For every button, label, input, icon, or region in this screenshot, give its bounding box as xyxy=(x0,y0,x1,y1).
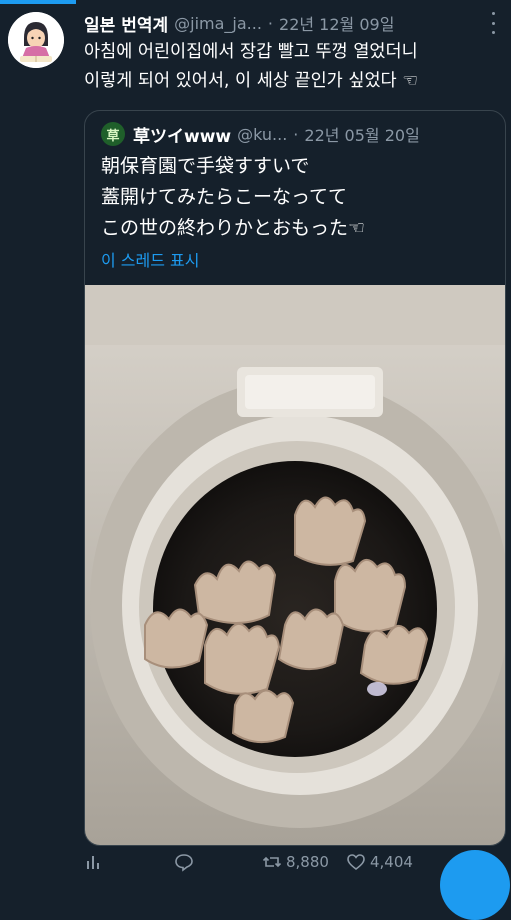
quote-text: 朝保育園で手袋すすいで 蓋開けてみたらこーなってて この世の終わりかとおもった☜ xyxy=(101,151,495,244)
author-handle[interactable]: @jima_ja... xyxy=(174,14,262,33)
analytics-icon xyxy=(87,856,99,869)
quote-photo[interactable] xyxy=(85,285,505,845)
quoted-tweet[interactable]: 草 草ツイwww @ku... · 22년 05월 20일 朝保育園で手袋すすい… xyxy=(84,110,506,846)
quote-text-line: 朝保育園で手袋すすいで xyxy=(101,155,310,177)
quote-author-avatar: 草 xyxy=(101,122,125,146)
show-thread-link[interactable]: 이 스레드 표시 xyxy=(101,247,200,271)
like-count: 4,404 xyxy=(370,853,413,871)
analytics-button[interactable] xyxy=(84,852,104,872)
compose-tweet-button[interactable] xyxy=(440,850,510,920)
washing-machine-photo xyxy=(85,285,505,845)
reply-icon xyxy=(175,854,193,872)
more-vertical-icon[interactable] xyxy=(485,12,501,34)
quote-date: 22년 05월 20일 xyxy=(304,126,420,145)
header-separator: · xyxy=(267,13,274,33)
quote-header: 草 草ツイwww @ku... · 22년 05월 20일 xyxy=(101,121,495,147)
retweet-icon xyxy=(262,856,282,868)
quote-text-line: この世の終わりかとおもった☜ xyxy=(101,217,366,239)
quote-header-separator: · xyxy=(293,124,299,144)
tweet-date[interactable]: 22년 12월 09일 xyxy=(279,11,394,35)
author-name[interactable]: 일본 번역계 xyxy=(84,11,168,36)
quote-author-name: 草ツイwww xyxy=(133,126,232,147)
like-button[interactable]: 4,404 xyxy=(346,852,413,872)
quote-text-line: 蓋開けてみたらこーなってて xyxy=(101,186,348,208)
retweet-button[interactable]: 8,880 xyxy=(262,852,329,872)
retweet-count: 8,880 xyxy=(286,853,329,871)
tweet-text: 아침에 어린이집에서 장갑 빨고 뚜껑 열었더니 이렇게 되어 있어서, 이 세… xyxy=(84,38,503,96)
top-accent-line xyxy=(0,0,76,4)
tweet-header: 일본 번역계 @jima_ja... · 22년 12월 09일 xyxy=(84,10,505,36)
like-icon xyxy=(347,854,365,871)
author-avatar[interactable] xyxy=(8,12,64,68)
tweet-text-line: 이렇게 되어 있어서, 이 세상 끝인가 싶었다 ☜ xyxy=(84,71,418,91)
tweet-text-line: 아침에 어린이집에서 장갑 빨고 뚜껑 열었더니 xyxy=(84,42,418,62)
quote-author-handle: @ku... xyxy=(237,124,288,144)
reply-button[interactable] xyxy=(174,852,194,872)
avatar-illustration xyxy=(8,12,64,68)
